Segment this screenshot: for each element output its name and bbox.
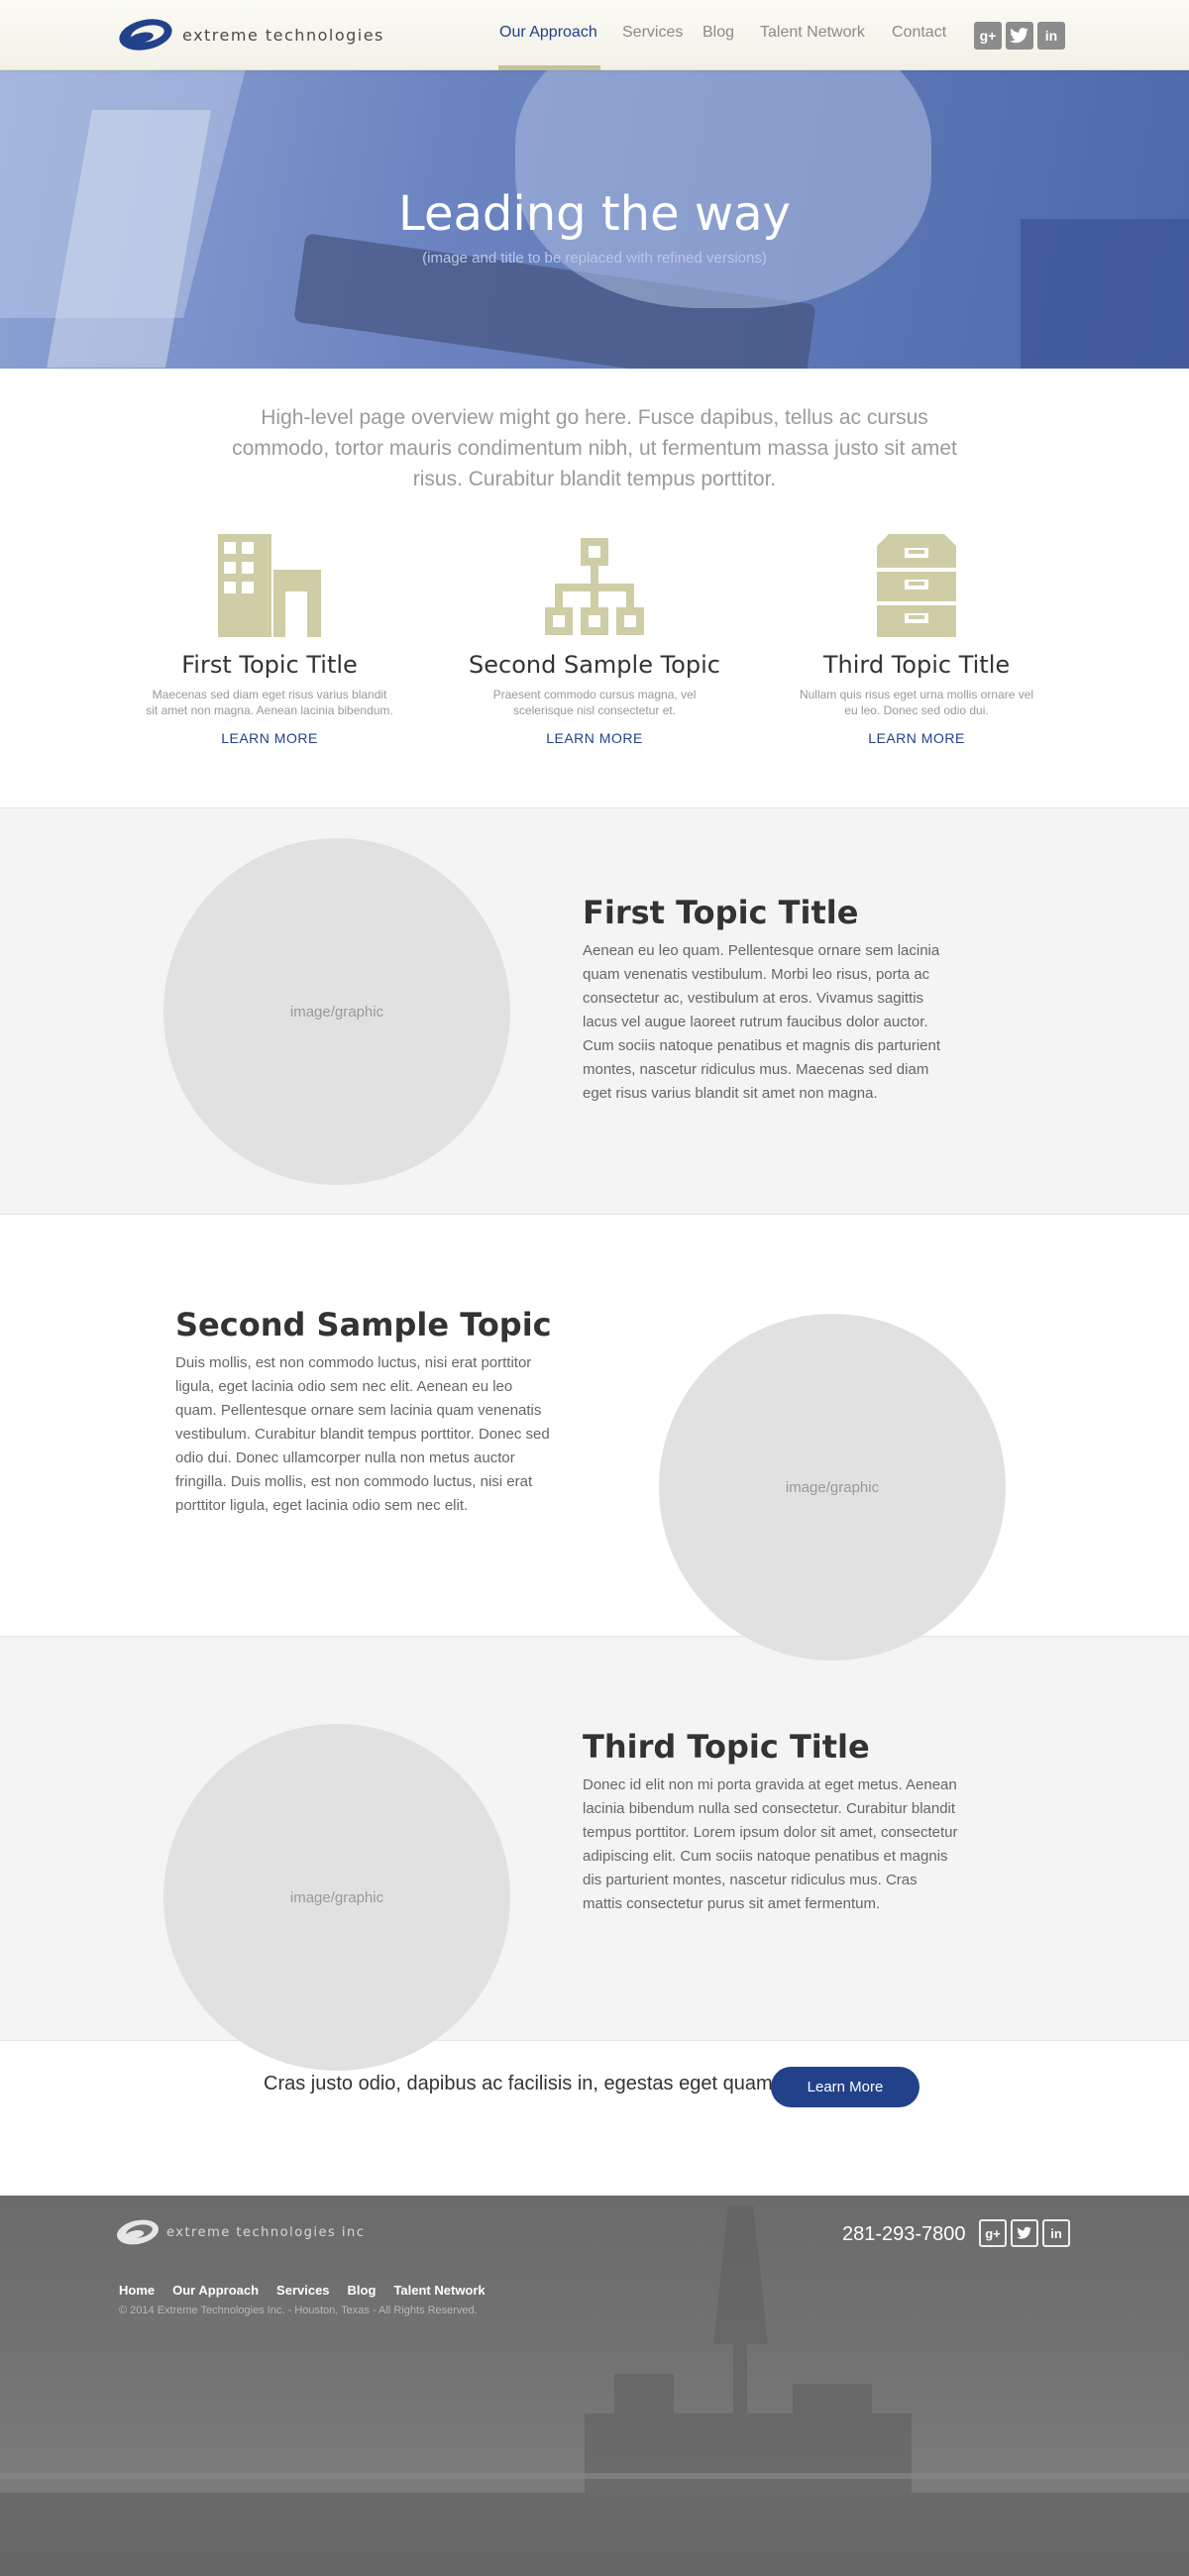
topic-description: Praesent commodo cursus magna, vel scele… <box>492 688 697 717</box>
site-header: extreme technologies Our Approach Servic… <box>0 0 1189 70</box>
phone-number[interactable]: 281-293-7800 <box>842 2223 966 2246</box>
topic-column-1: First Topic Title Maecenas sed diam eget… <box>131 530 408 748</box>
file-cabinet-icon <box>778 530 1055 637</box>
hero-subtitle: (image and title to be replaced with ref… <box>422 250 767 267</box>
twitter-icon[interactable] <box>1006 22 1033 50</box>
topic-column-3: Third Topic Title Nullam quis risus eget… <box>778 530 1055 748</box>
feature-text: Aenean eu leo quam. Pellentesque ornare … <box>583 942 941 1102</box>
footer-nav-blog[interactable]: Blog <box>348 2283 377 2298</box>
header-social: g+ in <box>974 22 1065 50</box>
feature-title: Second Sample Topic <box>175 1306 552 1343</box>
learn-more-button[interactable]: Learn More <box>771 2067 919 2107</box>
footer-social: g+ in <box>979 2219 1070 2247</box>
feature-section-1: image/graphic First Topic Title Aenean e… <box>0 807 1189 1215</box>
learn-more-link[interactable]: LEARN MORE <box>221 730 318 746</box>
learn-more-link[interactable]: LEARN MORE <box>546 730 643 746</box>
nav-talent-network[interactable]: Talent Network <box>760 24 865 42</box>
topic-column-2: Second Sample Topic Praesent commodo cur… <box>456 530 733 748</box>
hero-title: Leading the way <box>398 186 791 242</box>
feature-text: Duis mollis, est non commodo luctus, nis… <box>175 1354 550 1514</box>
topic-description: Nullam quis risus eget urna mollis ornar… <box>799 688 1034 717</box>
image-placeholder: image/graphic <box>163 838 510 1185</box>
footer-nav-talent-network[interactable]: Talent Network <box>393 2283 485 2298</box>
topic-title: Second Sample Topic <box>469 651 720 679</box>
hero-banner: Leading the way (image and title to be r… <box>0 70 1189 369</box>
footer-logo[interactable]: extreme technologies inc <box>115 2217 365 2247</box>
nav-our-approach[interactable]: Our Approach <box>499 24 597 42</box>
site-footer: extreme technologies inc 281-293-7800 g+… <box>0 2196 1189 2576</box>
linkedin-icon[interactable]: in <box>1042 2219 1070 2247</box>
footer-nav-our-approach[interactable]: Our Approach <box>172 2283 259 2298</box>
logo-swoosh-icon <box>117 2219 159 2245</box>
org-chart-icon <box>456 530 733 637</box>
nav-blog[interactable]: Blog <box>703 24 734 42</box>
learn-more-link[interactable]: LEARN MORE <box>868 730 965 746</box>
feature-title: First Topic Title <box>583 894 859 931</box>
feature-section-3: image/graphic Third Topic Title Donec id… <box>0 1636 1189 2071</box>
topic-title: Third Topic Title <box>822 651 1011 679</box>
footer-nav: Home Our Approach Services Blog Talent N… <box>119 2283 486 2298</box>
linkedin-icon[interactable]: in <box>1037 22 1065 50</box>
feature-text: Donec id elit non mi porta gravida at eg… <box>583 1776 958 1912</box>
twitter-icon[interactable] <box>1011 2219 1038 2247</box>
image-placeholder: image/graphic <box>163 1724 510 2071</box>
google-plus-icon[interactable]: g+ <box>974 22 1002 50</box>
google-plus-icon[interactable]: g+ <box>979 2219 1007 2247</box>
page-overview: High-level page overview might go here. … <box>232 406 957 490</box>
active-nav-indicator <box>498 65 600 70</box>
topic-description: Maecenas sed diam eget risus varius blan… <box>146 688 393 717</box>
footer-logo-text: extreme technologies inc <box>166 2224 366 2240</box>
feature-section-2: Second Sample Topic Duis mollis, est non… <box>0 1215 1189 1661</box>
nav-contact[interactable]: Contact <box>892 24 946 42</box>
feature-title: Third Topic Title <box>583 1728 870 1766</box>
cta-text: Cras justo odio, dapibus ac facilisis in… <box>264 2073 779 2094</box>
nav-services[interactable]: Services <box>622 24 683 42</box>
copyright-text: © 2014 Extreme Technologies Inc. - Houst… <box>119 2305 478 2316</box>
footer-nav-services[interactable]: Services <box>276 2283 330 2298</box>
building-icon <box>131 530 408 637</box>
footer-nav-home[interactable]: Home <box>119 2283 155 2298</box>
topic-title: First Topic Title <box>181 651 358 679</box>
image-placeholder: image/graphic <box>659 1314 1006 1661</box>
footer-oil-rig-graphic <box>0 2205 1189 2576</box>
